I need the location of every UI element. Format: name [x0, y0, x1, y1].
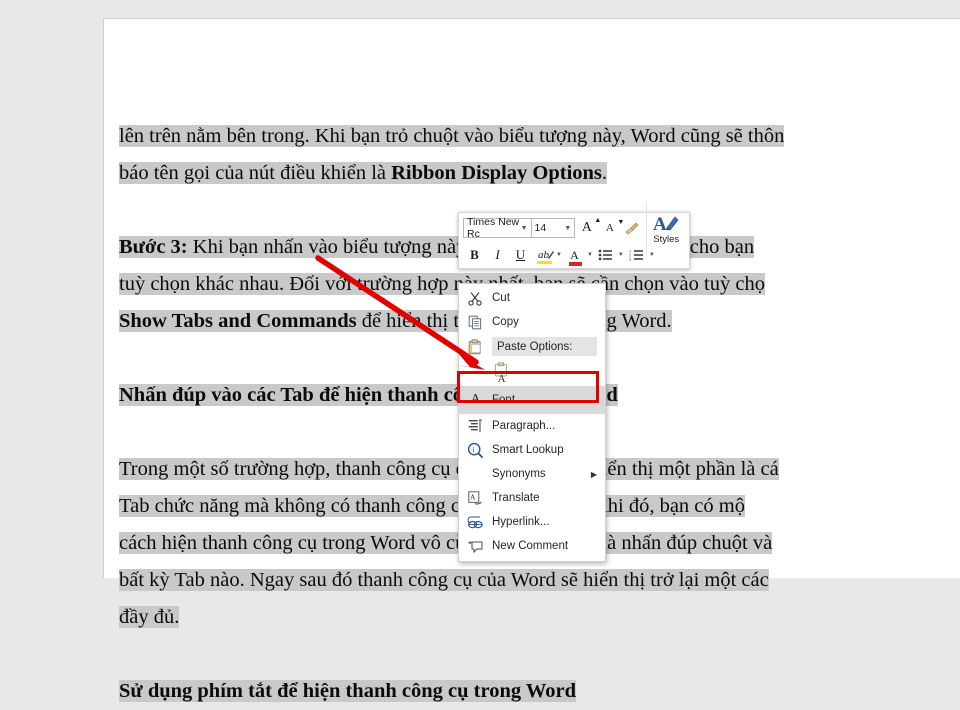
chevron-down-icon[interactable]: ▼: [648, 252, 656, 258]
text-highlight-color-button[interactable]: ab: [532, 244, 555, 266]
doc-line-text: báo tên gọi của nút điều khiển là: [119, 162, 392, 184]
context-menu-item-copy[interactable]: Copy: [459, 310, 605, 334]
numbered-list-icon: 1 2 3: [629, 249, 644, 261]
doc-line: báo tên gọi của nút điều khiển là Ribbon…: [119, 155, 857, 192]
styles-icon: A: [652, 212, 680, 236]
doc-line-bold-lead: Show Tabs and Commands: [119, 310, 357, 332]
paragraph-icon: [459, 419, 492, 433]
grow-font-label: A: [581, 220, 592, 235]
submenu-arrow-icon: ▶: [590, 469, 597, 479]
bullet-list-icon: [598, 249, 613, 261]
chevron-down-icon[interactable]: ▼: [586, 252, 594, 258]
font-size-dropdown[interactable]: 14 ▼: [531, 218, 576, 238]
paste-icon: [459, 338, 492, 355]
font-color-button[interactable]: A: [563, 244, 586, 266]
context-menu-label: Paragraph...: [492, 420, 556, 432]
doc-line-text: Tab chức năng mà không có thanh công cụ …: [119, 495, 745, 517]
bold-button[interactable]: B: [463, 244, 486, 266]
doc-line-bold: Ribbon Display Options: [391, 162, 602, 184]
doc-line-text: Trong một số trường hợp, thanh công cụ c…: [119, 458, 779, 480]
svg-text:A: A: [653, 214, 667, 235]
styles-label: Styles: [653, 233, 680, 245]
mini-toolbar-row-1: Times New Rc ▼ 14 ▼ A ▲ A ▼ A Styles: [459, 202, 689, 254]
context-menu-label: Synonyms: [492, 468, 546, 480]
context-menu-label: Paste Options:: [497, 340, 573, 353]
numbering-button[interactable]: 1 2 3: [625, 244, 648, 266]
context-menu-label: Hyperlink...: [492, 516, 550, 528]
smart-lookup-icon: i: [459, 442, 492, 459]
format-painter-button[interactable]: [621, 217, 644, 239]
context-menu-item-paragraph[interactable]: Paragraph...: [459, 414, 605, 438]
down-arrow-icon: ▼: [617, 218, 625, 226]
doc-line: bất kỳ Tab nào. Ngay sau đó thanh công c…: [119, 562, 857, 599]
chevron-down-icon[interactable]: ▼: [617, 252, 625, 258]
doc-line-text: cách hiện thanh công cụ trong Word vô cù…: [119, 532, 773, 554]
mini-formatting-toolbar[interactable]: Times New Rc ▼ 14 ▼ A ▲ A ▼ A Styles B I…: [458, 202, 690, 269]
highlight-color-swatch: [537, 261, 552, 264]
context-menu-label: New Comment: [492, 540, 569, 552]
context-menu-item-new-comment[interactable]: New Comment: [459, 534, 605, 558]
doc-spacer: [119, 636, 857, 673]
chevron-down-icon: ▼: [564, 224, 572, 232]
svg-text:A: A: [470, 492, 476, 501]
context-menu-label: Cut: [492, 292, 510, 304]
context-menu-item-synonyms[interactable]: Synonyms ▶: [459, 462, 605, 486]
doc-line-text: tuỳ chọn khác nhau. Đối với trường hợp n…: [119, 273, 765, 295]
doc-line: lên trên nằm bên trong. Khi bạn trỏ chuộ…: [119, 118, 857, 155]
paintbrush-icon: [625, 221, 640, 235]
chevron-down-icon[interactable]: ▼: [555, 252, 563, 258]
shrink-font-label: A: [605, 222, 614, 234]
font-color-swatch: [569, 261, 583, 266]
doc-line-text: đầy đủ.: [119, 606, 180, 628]
copy-icon: [459, 315, 492, 330]
translate-icon: A: [459, 490, 492, 506]
doc-line-tail: .: [601, 162, 608, 184]
context-menu-item-hyperlink[interactable]: Hyperlink...: [459, 510, 605, 534]
doc-line-text: lên trên nằm bên trong. Khi bạn trỏ chuộ…: [119, 125, 785, 147]
highlighter-icon: ab: [537, 249, 554, 264]
context-menu[interactable]: Cut Copy Paste Options: A A Font... Para…: [458, 283, 606, 562]
context-menu-label: Copy: [492, 316, 519, 328]
svg-text:3: 3: [629, 256, 632, 261]
styles-button[interactable]: A Styles: [646, 202, 685, 254]
annotation-red-rectangle: [457, 371, 599, 403]
chevron-down-icon: ▼: [520, 224, 528, 232]
context-menu-item-cut[interactable]: Cut: [459, 286, 605, 310]
font-size-value: 14: [534, 222, 547, 234]
grow-font-button[interactable]: A ▲: [575, 216, 602, 239]
font-name-dropdown[interactable]: Times New Rc ▼: [463, 216, 532, 240]
font-color-icon: A: [569, 247, 583, 266]
hyperlink-icon: [459, 515, 492, 530]
doc-heading-text: Sử dụng phím tắt để hiện thanh công cụ t…: [119, 680, 576, 702]
context-menu-label: Smart Lookup: [492, 444, 564, 456]
doc-line-text: bất kỳ Tab nào. Ngay sau đó thanh công c…: [119, 569, 769, 591]
new-comment-icon: [459, 539, 492, 554]
font-name-value: Times New Rc: [467, 216, 520, 240]
underline-button[interactable]: U: [509, 244, 532, 266]
font-color-label: A: [570, 247, 579, 262]
doc-heading: Sử dụng phím tắt để hiện thanh công cụ t…: [119, 673, 857, 710]
doc-line-bold-lead: Bước 3:: [119, 236, 188, 258]
context-menu-label: Translate: [492, 492, 540, 504]
context-menu-item-paste-options[interactable]: Paste Options:: [459, 334, 605, 359]
italic-button[interactable]: I: [486, 244, 509, 266]
shrink-font-button[interactable]: A ▼: [598, 217, 625, 239]
context-menu-item-translate[interactable]: A Translate: [459, 486, 605, 510]
context-menu-item-smart-lookup[interactable]: i Smart Lookup: [459, 438, 605, 462]
bullets-button[interactable]: [594, 244, 617, 266]
scissors-icon: [459, 291, 492, 306]
doc-line: đầy đủ.: [119, 599, 857, 636]
